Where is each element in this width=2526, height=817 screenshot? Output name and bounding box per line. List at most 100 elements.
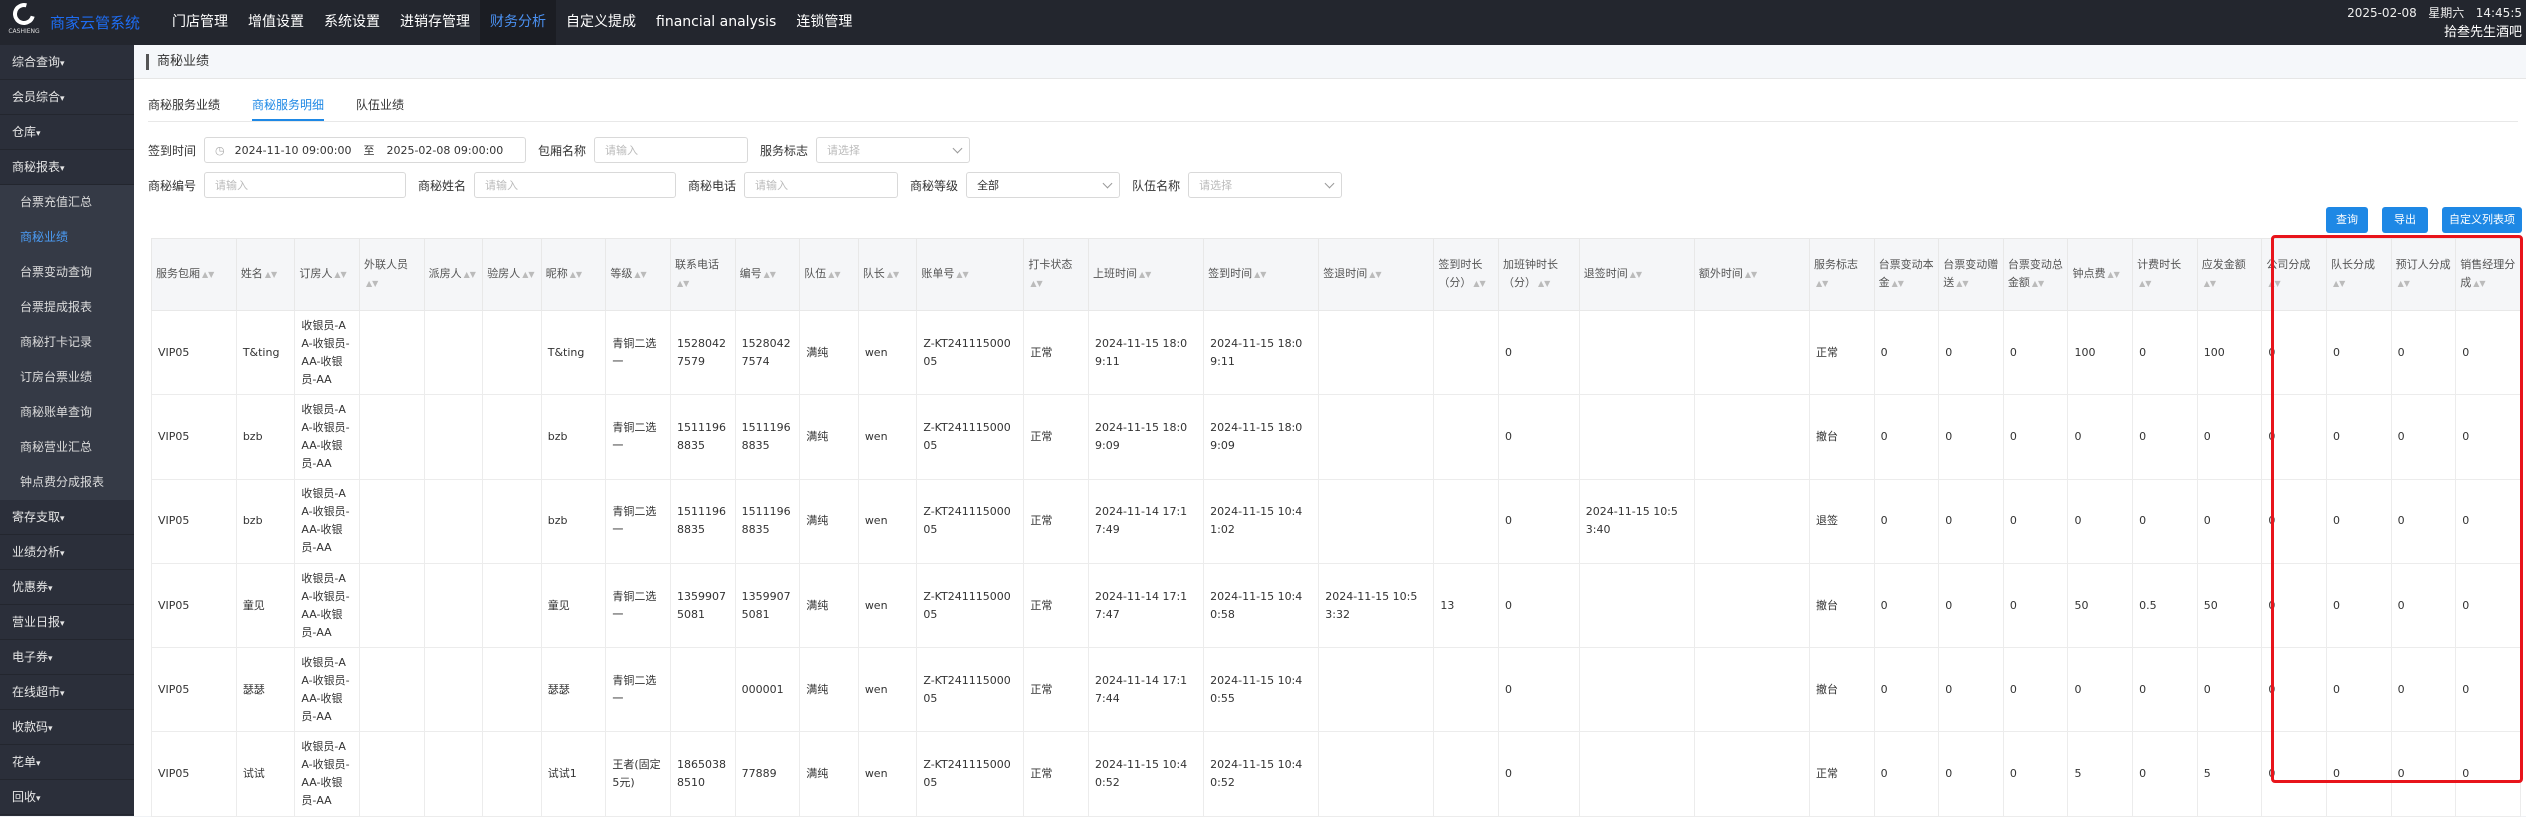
column-header[interactable]: 加班钟时长（分） ▲▼ — [1497, 238, 1580, 311]
column-header[interactable]: 账单号 ▲▼ — [916, 238, 1025, 311]
team-select[interactable]: 请选择 — [1188, 172, 1343, 198]
sidebar-item[interactable]: 优惠券▾ — [0, 570, 134, 605]
name-input[interactable]: 请输入 — [474, 172, 677, 198]
sidebar-item[interactable]: 寄存支取▾ — [0, 500, 134, 535]
date-range-picker[interactable]: ◷ 2024-11-10 09:00:00 至 2025-02-08 09:00… — [204, 137, 527, 163]
room-name-input[interactable]: 请输入 — [594, 137, 749, 163]
sort-icon[interactable]: ▲▼ — [1473, 275, 1485, 293]
table-row[interactable]: VIP05 试试 收银员-AA-收银员-AA-收银员-AA 试试1 王者(固定5元) 18… — [151, 731, 2521, 817]
sort-icon[interactable]: ▲▼ — [1538, 275, 1550, 293]
sort-icon[interactable]: ▲▼ — [1030, 275, 1042, 293]
column-header[interactable]: 队长 ▲▼ — [857, 238, 918, 311]
column-header[interactable]: 派房人 ▲▼ — [423, 238, 484, 311]
sort-icon[interactable]: ▲▼ — [202, 266, 214, 284]
sidebar-item[interactable]: 钟点费分成报表 — [0, 465, 134, 500]
sort-icon[interactable]: ▲▼ — [2204, 275, 2216, 293]
sidebar-item[interactable]: 收款码▾ — [0, 710, 134, 745]
column-header[interactable]: 签到时间 ▲▼ — [1203, 238, 1320, 311]
column-header[interactable]: 台票变动赠送 ▲▼ — [1938, 238, 2004, 311]
top-nav-item[interactable]: financial analysis — [646, 0, 786, 45]
sidebar-item[interactable]: 在线超市▾ — [0, 675, 134, 710]
top-nav-item[interactable]: 自定义提成 — [556, 0, 646, 45]
store-name[interactable]: 拾叁先生酒吧 — [2347, 23, 2522, 42]
custom-columns-button[interactable]: 自定义列表项 — [2442, 207, 2522, 233]
top-nav-item[interactable]: 增值设置 — [238, 0, 314, 45]
table-row[interactable]: VIP05 bzb 收银员-AA-收银员-AA-收银员-AA bzb 青铜二选一 1511… — [151, 394, 2521, 480]
sort-icon[interactable]: ▲▼ — [887, 266, 899, 284]
sidebar-item[interactable]: 营业日报▾ — [0, 605, 134, 640]
sidebar-item[interactable]: 商秘账单查询 — [0, 395, 134, 430]
sort-icon[interactable]: ▲▼ — [366, 275, 378, 293]
sort-icon[interactable]: ▲▼ — [1745, 266, 1757, 284]
sidebar-item[interactable]: 电子券▾ — [0, 640, 134, 675]
sidebar-item[interactable]: 花单▾ — [0, 745, 134, 780]
sort-icon[interactable]: ▲▼ — [265, 266, 277, 284]
sort-icon[interactable]: ▲▼ — [2473, 275, 2485, 293]
phone-input[interactable]: 请输入 — [744, 172, 899, 198]
column-header[interactable]: 签退时间 ▲▼ — [1318, 238, 1435, 311]
column-header[interactable]: 姓名 ▲▼ — [235, 238, 296, 311]
sort-icon[interactable]: ▲▼ — [1139, 266, 1151, 284]
column-header[interactable]: 签到时长（分） ▲▼ — [1433, 238, 1499, 311]
sidebar-item[interactable]: 业绩分析▾ — [0, 535, 134, 570]
column-header[interactable]: 联系电话 ▲▼ — [670, 238, 736, 311]
sort-icon[interactable]: ▲▼ — [1816, 275, 1828, 293]
column-header[interactable]: 钟点费 ▲▼ — [2067, 238, 2134, 311]
sort-icon[interactable]: ▲▼ — [464, 266, 476, 284]
top-nav-item[interactable]: 财务分析 — [480, 0, 556, 45]
column-header[interactable]: 昵称 ▲▼ — [540, 238, 607, 311]
query-button[interactable]: 查询 — [2326, 207, 2368, 233]
sidebar-item[interactable]: 商秘营业汇总 — [0, 430, 134, 465]
column-header[interactable]: 计费时长 ▲▼ — [2132, 238, 2198, 311]
sort-icon[interactable]: ▲▼ — [2032, 275, 2044, 293]
table-row[interactable]: VIP05 瑟瑟 收银员-AA-收银员-AA-收银员-AA 瑟瑟 青铜二选一 000001… — [151, 647, 2521, 733]
sort-icon[interactable]: ▲▼ — [570, 266, 582, 284]
column-header[interactable]: 上班时间 ▲▼ — [1088, 238, 1205, 311]
column-header[interactable]: 应发金额 ▲▼ — [2196, 238, 2263, 311]
date-start[interactable]: 2024-11-10 09:00:00 — [235, 144, 352, 157]
sidebar-item[interactable]: 商秘打卡记录 — [0, 325, 134, 360]
export-button[interactable]: 导出 — [2382, 207, 2428, 233]
tab[interactable]: 队伍业绩 — [356, 93, 404, 121]
column-header[interactable]: 订房人 ▲▼ — [294, 238, 360, 311]
column-header[interactable]: 台票变动本金 ▲▼ — [1873, 238, 1940, 311]
sort-icon[interactable]: ▲▼ — [2139, 275, 2151, 293]
top-nav-item[interactable]: 连锁管理 — [786, 0, 862, 45]
sort-icon[interactable]: ▲▼ — [828, 266, 840, 284]
sidebar-item[interactable]: 商秘报表▾ — [0, 150, 134, 185]
top-nav-item[interactable]: 门店管理 — [162, 0, 238, 45]
column-header[interactable]: 等级 ▲▼ — [605, 238, 671, 311]
table-row[interactable]: VIP05 T&ting 收银员-AA-收银员-AA-收银员-AA T&ting 青铜二… — [151, 309, 2521, 396]
sort-icon[interactable]: ▲▼ — [2268, 275, 2280, 293]
column-header[interactable]: 额外时间 ▲▼ — [1693, 238, 1810, 311]
sort-icon[interactable]: ▲▼ — [522, 266, 534, 284]
sidebar-item[interactable]: 回收▾ — [0, 780, 134, 815]
column-header[interactable]: 队伍 ▲▼ — [799, 238, 859, 311]
sidebar-item[interactable]: 商秘业绩 — [0, 220, 134, 255]
tab[interactable]: 商秘服务明细 — [252, 93, 325, 121]
sort-icon[interactable]: ▲▼ — [956, 266, 968, 284]
date-end[interactable]: 2025-02-08 09:00:00 — [386, 144, 503, 157]
column-header[interactable]: 验房人 ▲▼ — [482, 238, 542, 311]
sort-icon[interactable]: ▲▼ — [677, 275, 689, 293]
column-header[interactable]: 退签时间 ▲▼ — [1578, 238, 1695, 311]
column-header[interactable]: 公司分成 ▲▼ — [2261, 238, 2327, 311]
table-row[interactable]: VIP05 童见 收银员-AA-收银员-AA-收银员-AA 童见 青铜二选一 135990… — [151, 562, 2521, 649]
sidebar-item[interactable]: 会员综合▾ — [0, 80, 134, 115]
sidebar-item[interactable]: 台票充值汇总 — [0, 185, 134, 220]
sort-icon[interactable]: ▲▼ — [2333, 275, 2345, 293]
sort-icon[interactable]: ▲▼ — [2107, 266, 2119, 284]
top-nav-item[interactable]: 系统设置 — [314, 0, 390, 45]
top-nav-item[interactable]: 进销存管理 — [390, 0, 480, 45]
tab[interactable]: 商秘服务业绩 — [148, 93, 220, 121]
sort-icon[interactable]: ▲▼ — [1956, 275, 1968, 293]
column-header[interactable]: 销售经理分成 ▲▼ — [2455, 238, 2521, 311]
column-header[interactable]: 队长分成 ▲▼ — [2325, 238, 2392, 311]
sort-icon[interactable]: ▲▼ — [2398, 275, 2410, 293]
table-row[interactable]: VIP05 bzb 收银员-AA-收银员-AA-收银员-AA bzb 青铜二选一 1511… — [151, 478, 2521, 564]
column-header[interactable]: 外联人员 ▲▼ — [359, 238, 425, 311]
column-header[interactable]: 编号 ▲▼ — [734, 238, 801, 311]
level-select[interactable]: 全部 — [966, 172, 1121, 198]
sort-icon[interactable]: ▲▼ — [334, 266, 346, 284]
sort-icon[interactable]: ▲▼ — [1892, 275, 1904, 293]
